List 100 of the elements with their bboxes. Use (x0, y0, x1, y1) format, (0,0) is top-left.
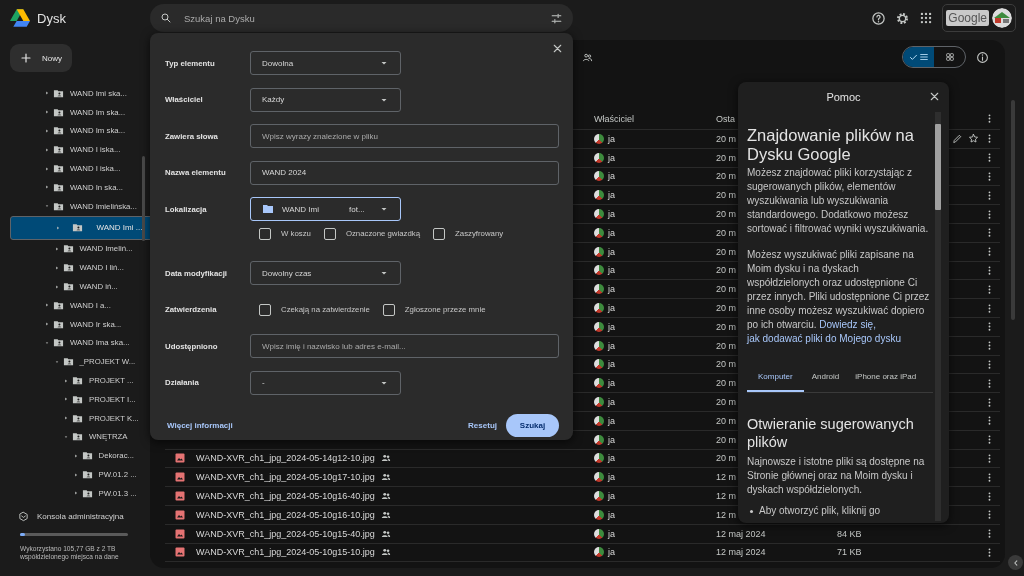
image-file-icon (174, 508, 186, 521)
dropdown[interactable]: WAND Imi fot... (250, 197, 401, 222)
tab[interactable]: Komputer (747, 362, 804, 392)
column-header[interactable]: Osta (716, 113, 735, 124)
modified-date: 20 m (716, 152, 736, 163)
caret-right-icon[interactable] (53, 283, 60, 290)
admin-console-icon (18, 510, 29, 522)
checkbox[interactable] (259, 303, 271, 316)
caret-right-icon[interactable] (63, 415, 69, 422)
modified-date: 20 m (716, 321, 736, 332)
file-name[interactable]: WAND-XVR_ch1_jpg_2024-05-14g12-10.jpg (196, 453, 375, 464)
checkbox[interactable] (259, 227, 271, 240)
caret-right-icon[interactable] (72, 452, 79, 459)
help-link[interactable]: Dowiedz się, (819, 319, 876, 330)
shared-folder-icon (62, 356, 74, 368)
owner-name: ja (608, 227, 615, 238)
input-field[interactable]: Wpisz imię i nazwisko lub adres e-mail... (250, 334, 559, 359)
close-button[interactable] (551, 42, 564, 55)
owner-name: ja (608, 190, 615, 201)
image-file-icon (174, 471, 186, 484)
shared-folder-icon (72, 393, 83, 405)
avatar-icon (594, 209, 604, 220)
scrollbar[interactable] (142, 156, 145, 241)
file-name[interactable]: WAND-XVR_ch1_jpg_2024-05-10g16-10.jpg (196, 509, 375, 520)
caret-right-icon[interactable] (54, 224, 61, 231)
star-icon[interactable] (968, 133, 979, 145)
checkbox[interactable] (323, 227, 336, 240)
app-name: Dysk (37, 10, 66, 26)
tab[interactable]: Android (803, 362, 848, 392)
owner-name: ja (608, 528, 615, 539)
view-toggle[interactable] (903, 47, 934, 67)
avatar-icon (594, 359, 604, 370)
help-link[interactable]: jak dodawać pliki do Mojego dysku (747, 333, 901, 344)
dropdown[interactable]: Dowolna (250, 51, 401, 76)
caret-right-icon[interactable] (44, 184, 50, 191)
avatar-icon (594, 340, 604, 351)
shared-folder-icon (53, 337, 64, 349)
modified-date: 20 m (716, 434, 736, 445)
help-paragraph: Możesz wyszukiwać pliki zapisane na Moim dysku i na dyskach współdzielonych oraz udostępnione Ci przez innych. Pliki udostępnione Ci przez inne osoby możesz wyszukiwać dopiero po ich otwarciu. Dowiedz się, jak dodawać pliki do Mojego dysku (747, 248, 931, 346)
checkbox[interactable] (433, 227, 446, 240)
caret-right-icon[interactable] (44, 146, 50, 153)
shared-folder-icon (53, 299, 64, 311)
modified-date: 20 m (716, 133, 736, 144)
file-name[interactable]: WAND-XVR_ch1_jpg_2024-05-10g17-10.jpg (196, 472, 375, 483)
caret-right-icon[interactable] (44, 90, 50, 97)
owner-name: ja (608, 509, 615, 520)
dropdown[interactable]: Dowolny czas (250, 261, 401, 286)
modified-date: 20 m (716, 227, 736, 238)
scrollbar[interactable] (935, 112, 941, 521)
caret-right-icon[interactable] (63, 377, 69, 384)
reset-button[interactable]: Resetuj (466, 420, 497, 430)
file-name[interactable]: WAND-XVR_ch1_jpg_2024-05-10g15-40.jpg (196, 528, 375, 539)
caret-right-icon[interactable] (72, 471, 79, 478)
new-button[interactable]: Nowy (10, 44, 72, 72)
checkbox[interactable] (382, 303, 395, 316)
pencil-icon[interactable] (952, 133, 963, 145)
search-button[interactable]: Szukaj (506, 413, 559, 437)
filter-icon[interactable] (550, 11, 563, 25)
input-field[interactable]: Wpisz wyrazy znalezione w pliku (250, 124, 559, 149)
avatar-icon (594, 133, 604, 144)
help-icon[interactable] (871, 10, 887, 26)
file-size: 84 KB (837, 528, 862, 539)
plus-icon (20, 52, 32, 64)
help-subheading: Otwieranie sugerowanych plików (747, 415, 915, 451)
settings-icon[interactable] (895, 10, 911, 26)
caret-right-icon[interactable] (72, 490, 79, 497)
modified-date: 20 m (716, 340, 736, 351)
tab[interactable]: iPhone oraz iPad (847, 362, 925, 392)
dropdown[interactable]: Każdy (250, 87, 401, 112)
search-bar[interactable]: Szukaj na Dysku (150, 4, 573, 32)
avatar-icon (594, 378, 604, 389)
shared-folder-icon (53, 106, 64, 118)
dropdown[interactable]: - (250, 370, 401, 395)
file-name[interactable]: WAND-XVR_ch1_jpg_2024-05-10g15-10.jpg (196, 547, 375, 558)
caret-right-icon[interactable] (63, 396, 69, 403)
close-button[interactable] (928, 90, 941, 103)
input-field[interactable]: WAND 2024 (250, 160, 559, 185)
owner-name: ja (608, 303, 615, 314)
more-info-link[interactable]: Więcej informacji (165, 420, 233, 430)
caret-right-icon[interactable] (44, 128, 50, 134)
owner-name: ja (608, 359, 615, 370)
avatar-icon (594, 509, 604, 520)
admin-console-link[interactable]: Konsola administracyjna (37, 511, 124, 521)
caret-right-icon[interactable] (44, 302, 50, 309)
apps-icon[interactable] (919, 11, 934, 25)
info-icon[interactable] (976, 50, 989, 64)
caret-right-icon[interactable] (44, 109, 50, 116)
people-icon[interactable] (582, 51, 593, 63)
search-field[interactable]: Szukaj na Dysku (182, 11, 540, 25)
side-panel-button[interactable] (1008, 555, 1023, 570)
file-name[interactable]: WAND-XVR_ch1_jpg_2024-05-10g16-40.jpg (196, 491, 375, 502)
close-icon (551, 42, 564, 55)
caret-right-icon[interactable] (53, 245, 60, 252)
account-button[interactable]: Google (942, 4, 1016, 32)
help-heading: Znajdowanie plików na Dysku Google (747, 126, 915, 164)
caret-right-icon[interactable] (53, 264, 60, 271)
shared-folder-icon (53, 318, 64, 330)
caret-right-icon[interactable] (44, 165, 50, 172)
caret-right-icon[interactable] (44, 321, 50, 328)
column-header[interactable]: Właściciel (590, 113, 715, 124)
